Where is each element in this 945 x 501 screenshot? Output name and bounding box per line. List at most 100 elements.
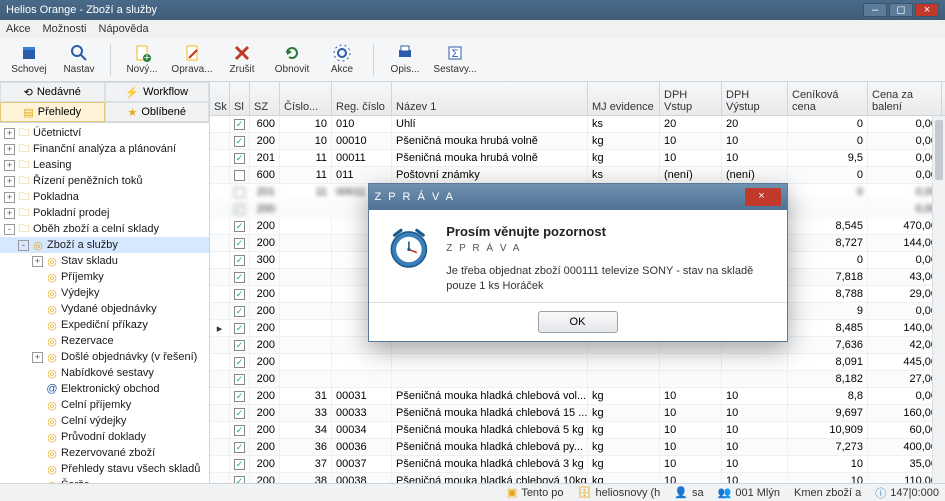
tree-node[interactable]: +🗀Leasing [0,157,209,173]
table-row[interactable]: ✓2011100011Pšeničná mouka hrubá volněkg1… [210,150,945,167]
tree-node[interactable]: @Elektronický obchod [0,381,209,397]
expand-icon[interactable]: + [32,352,43,363]
column-header[interactable]: MJ evidence [588,82,660,115]
table-row[interactable]: ✓2001000010Pšeničná mouka hrubá volněkg1… [210,133,945,150]
minimize-button[interactable]: – [863,3,887,17]
toolbar-schovej-button[interactable]: Schovej [6,40,52,80]
checkbox[interactable] [234,187,245,198]
tab-overview[interactable]: ▤Přehledy [0,102,105,122]
toolbar-akce-button[interactable]: Akce [319,40,365,80]
checkbox[interactable]: ✓ [234,323,245,334]
tree-node[interactable]: ◎Rezervace [0,333,209,349]
column-header[interactable]: Sk [210,82,230,115]
scrollbar-thumb[interactable] [935,120,943,180]
tree-node[interactable]: ◎Celní výdejky [0,413,209,429]
tree-node[interactable]: +◎Stav skladu [0,253,209,269]
checkbox[interactable]: ✓ [234,408,245,419]
expand-icon[interactable]: - [18,240,29,251]
table-row[interactable]: ✓2008,18227,00 [210,371,945,388]
expand-icon[interactable]: + [4,192,15,203]
dialog-close-button[interactable]: × [745,188,781,206]
checkbox[interactable]: ✓ [234,204,245,215]
maximize-button[interactable]: ◻ [889,3,913,17]
column-header[interactable]: Název 1 [392,82,588,115]
menu-napoveda[interactable]: Nápověda [99,23,149,35]
nav-tree[interactable]: +🗀Účetnictví+🗀Finanční analýza a plánová… [0,123,209,483]
column-header[interactable]: Ceníková cena [788,82,868,115]
tab-recent[interactable]: ⟲Nedávné [0,82,105,102]
tree-node[interactable]: ◎Celní příjemky [0,397,209,413]
tree-node[interactable]: +◎Došlé objednávky (v řešení) [0,349,209,365]
tree-node[interactable]: ◎Průvodní doklady [0,429,209,445]
dialog-ok-button[interactable]: OK [538,311,618,333]
toolbar-obnovit-button[interactable]: Obnovit [269,40,315,80]
expand-icon[interactable]: - [4,224,15,235]
toolbar-novy-button[interactable]: +Nový... [119,40,165,80]
tree-node[interactable]: -◎Zboží a služby [0,237,209,253]
table-row[interactable]: ✓60010010Uhlíks202000,00 [210,116,945,133]
column-header[interactable]: Cena za balení [868,82,942,115]
toolbar-sestavy-button[interactable]: ΣSestavy... [432,40,478,80]
column-header[interactable]: Reg. číslo [332,82,392,115]
tree-node[interactable]: ◎Šarže [0,477,209,483]
checkbox[interactable]: ✓ [234,238,245,249]
toolbar-oprava-button[interactable]: Oprava... [169,40,215,80]
checkbox[interactable]: ✓ [234,357,245,368]
table-row[interactable]: ✓2003700037Pšeničná mouka hladká chlebov… [210,456,945,473]
checkbox[interactable]: ✓ [234,119,245,130]
table-row[interactable]: ✓2003600036Pšeničná mouka hladká chlebov… [210,439,945,456]
menu-akce[interactable]: Akce [6,23,30,35]
toolbar-zrusit-button[interactable]: Zrušit [219,40,265,80]
checkbox[interactable]: ✓ [234,272,245,283]
table-row[interactable]: ✓2003300033Pšeničná mouka hladká chlebov… [210,405,945,422]
checkbox[interactable]: ✓ [234,153,245,164]
checkbox[interactable]: ✓ [234,306,245,317]
column-header[interactable]: DPH Vstup [660,82,722,115]
close-button[interactable]: × [915,3,939,17]
checkbox[interactable]: ✓ [234,459,245,470]
toolbar-nastav-button[interactable]: Nastav [56,40,102,80]
checkbox[interactable]: ✓ [234,255,245,266]
tree-node[interactable]: +🗀Řízení peněžních toků [0,173,209,189]
tree-node[interactable]: ◎Přehledy stavu všech skladů [0,461,209,477]
tree-node[interactable]: ◎Příjemky [0,269,209,285]
column-header[interactable]: Číslo... [280,82,332,115]
checkbox[interactable]: ✓ [234,340,245,351]
table-row[interactable]: ✓2003100031Pšeničná mouka hladká chlebov… [210,388,945,405]
checkbox[interactable]: ✓ [234,425,245,436]
tab-workflow[interactable]: ⚡Workflow [105,82,210,102]
table-row[interactable]: ✓2003400034Pšeničná mouka hladká chlebov… [210,422,945,439]
checkbox[interactable]: ✓ [234,289,245,300]
tree-node[interactable]: ◎Vydané objednávky [0,301,209,317]
checkbox[interactable]: ✓ [234,374,245,385]
tree-node[interactable]: ◎Nabídkové sestavy [0,365,209,381]
checkbox[interactable]: ✓ [234,391,245,402]
expand-icon[interactable]: + [32,256,43,267]
tree-node[interactable]: -🗀Oběh zboží a celní sklady [0,221,209,237]
expand-icon[interactable]: + [4,160,15,171]
table-row[interactable]: 60011011Poštovní známkyks(není)(není)00,… [210,167,945,184]
expand-icon[interactable]: + [4,176,15,187]
checkbox[interactable]: ✓ [234,136,245,147]
column-header[interactable]: DPH Výstup [722,82,788,115]
tree-node[interactable]: +🗀Finanční analýza a plánování [0,141,209,157]
tree-node[interactable]: +🗀Pokladní prodej [0,205,209,221]
checkbox[interactable]: ✓ [234,476,245,484]
menu-moznosti[interactable]: Možnosti [42,23,86,35]
checkbox[interactable]: ✓ [234,442,245,453]
table-row[interactable]: ✓2003800038Pšeničná mouka hladká chlebov… [210,473,945,483]
column-header[interactable]: SZ [250,82,280,115]
tree-node[interactable]: +🗀Účetnictví [0,125,209,141]
tab-favorite[interactable]: ★Oblíbené [105,102,210,122]
tree-node[interactable]: ◎Výdejky [0,285,209,301]
toolbar-opis-button[interactable]: Opis... [382,40,428,80]
column-header[interactable]: Sl [230,82,250,115]
expand-icon[interactable]: + [4,128,15,139]
checkbox[interactable]: ✓ [234,221,245,232]
tree-node[interactable]: ◎Rezervované zboží [0,445,209,461]
tree-node[interactable]: ◎Expediční příkazy [0,317,209,333]
tree-node[interactable]: +🗀Pokladna [0,189,209,205]
checkbox[interactable] [234,170,245,181]
expand-icon[interactable]: + [4,144,15,155]
table-row[interactable]: ✓2008,091445,00 [210,354,945,371]
